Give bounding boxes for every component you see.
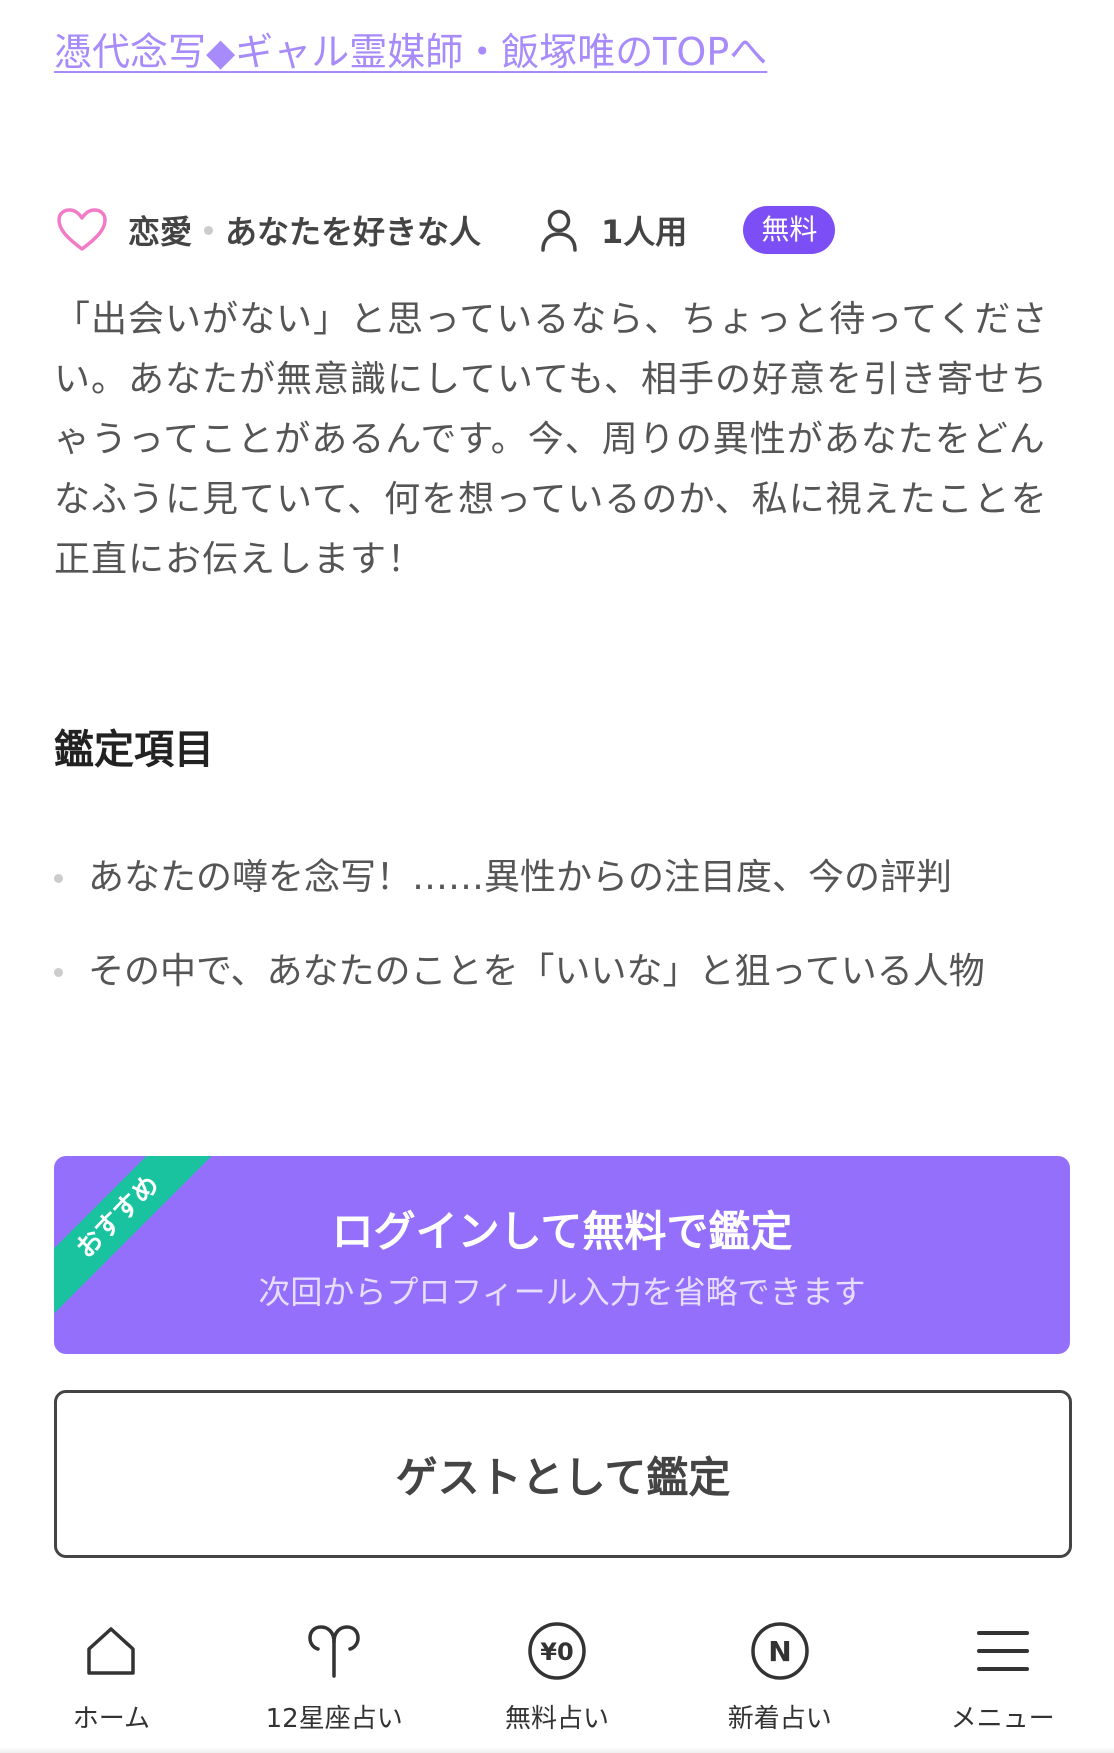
aries-icon xyxy=(301,1618,367,1684)
guest-button[interactable]: ゲストとして鑑定 xyxy=(54,1390,1072,1558)
list-item: あなたの噂を念写！……異性からの注目度、今の評判 xyxy=(54,848,1064,908)
bottom-nav: ホーム 12星座占い ¥0 無料占い N 新着占い メニュー xyxy=(0,1598,1114,1753)
nav-item-menu[interactable]: メニュー xyxy=(903,1598,1103,1753)
nav-item-free[interactable]: ¥0 無料占い xyxy=(457,1598,657,1753)
top-link[interactable]: 憑代念写◆ギャル霊媒師・飯塚唯のTOPへ xyxy=(54,24,767,80)
section-title: 鑑定項目 xyxy=(54,727,214,773)
new-icon: N xyxy=(747,1618,813,1684)
yen-zero-icon-text: ¥0 xyxy=(540,1638,573,1666)
login-button-sublabel: 次回からプロフィール入力を省略できます xyxy=(258,1273,866,1311)
nav-label: 12星座占い xyxy=(265,1704,403,1734)
nav-item-home[interactable]: ホーム xyxy=(11,1598,211,1753)
hamburger-icon xyxy=(970,1618,1036,1684)
bullet-dot xyxy=(54,968,63,977)
heart-icon[interactable] xyxy=(54,205,110,255)
nav-label: 無料占い xyxy=(504,1704,609,1734)
guest-button-label: ゲストとして鑑定 xyxy=(395,1452,731,1502)
separator-dot xyxy=(204,225,214,235)
list-item-text: あなたの噂を念写！……異性からの注目度、今の評判 xyxy=(88,857,953,898)
login-button-label: ログインして無料で鑑定 xyxy=(331,1207,793,1256)
topic-label: あなたを好きな人 xyxy=(225,213,482,251)
users-label: 1人用 xyxy=(601,213,688,251)
new-icon-text: N xyxy=(768,1635,791,1668)
nav-item-horoscope[interactable]: 12星座占い xyxy=(234,1598,434,1753)
nav-label: ホーム xyxy=(72,1704,150,1734)
login-button[interactable]: おすすめ ログインして無料で鑑定 次回からプロフィール入力を省略できます xyxy=(54,1156,1070,1354)
category-label: 恋愛 xyxy=(128,213,193,251)
nav-bottom-edge xyxy=(0,1747,1114,1753)
nav-label: 新着占い xyxy=(727,1704,832,1734)
yen-zero-icon: ¥0 xyxy=(524,1618,590,1684)
list-item: その中で、あなたのことを「いいな」と狙っている人物 xyxy=(54,942,1064,1002)
list-item-text: その中で、あなたのことを「いいな」と狙っている人物 xyxy=(88,951,985,992)
person-icon xyxy=(537,207,581,253)
reading-items-list: あなたの噂を念写！……異性からの注目度、今の評判 その中で、あなたのことを「いい… xyxy=(54,848,1064,1036)
price-badge: 無料 xyxy=(743,206,836,254)
nav-label: メニュー xyxy=(950,1704,1055,1734)
bullet-dot xyxy=(54,874,63,883)
nav-item-new[interactable]: N 新着占い xyxy=(680,1598,880,1753)
meta-row: 恋愛 あなたを好きな人 1人用 無料 xyxy=(54,204,1064,256)
home-icon xyxy=(78,1618,144,1684)
description-text: 「出会いがない」と思っているなら、ちょっと待ってください。あなたが無意識にしてい… xyxy=(54,299,1049,580)
